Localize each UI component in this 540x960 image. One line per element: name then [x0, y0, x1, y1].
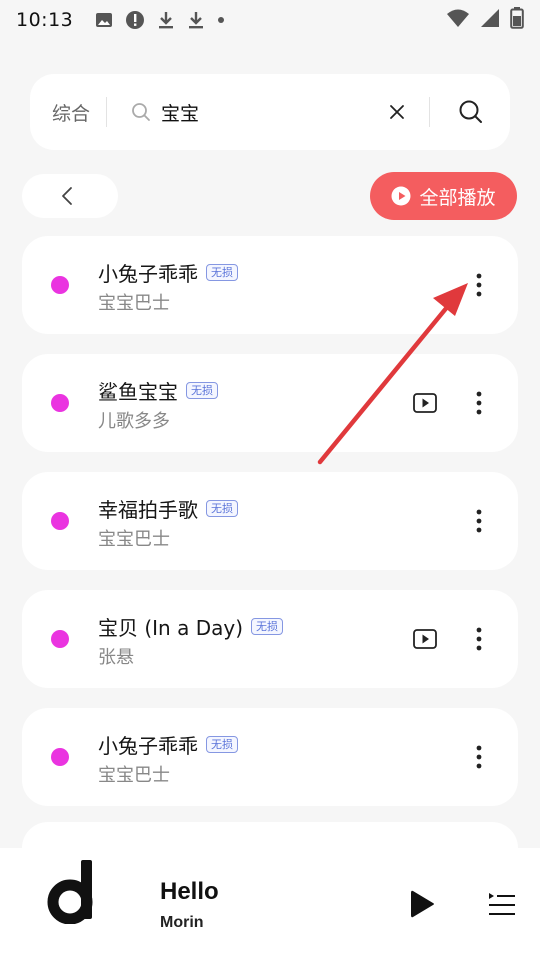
- mv-play-icon[interactable]: [412, 390, 438, 416]
- song-title: 幸福拍手歌: [98, 498, 198, 522]
- song-title: 宝贝 (In a Day): [98, 616, 243, 640]
- song-dot: [51, 630, 69, 648]
- mv-play-icon[interactable]: [412, 626, 438, 652]
- status-time: 10:13: [16, 9, 74, 31]
- song-title: 小兔子乖乖: [98, 262, 198, 286]
- download-icon: [187, 10, 205, 30]
- dot-icon: [217, 16, 225, 24]
- search-icon: [459, 100, 482, 123]
- download-icon: [157, 10, 175, 30]
- battery-icon: [510, 7, 524, 33]
- signal-icon: [480, 8, 500, 32]
- clear-search-button[interactable]: [377, 92, 417, 132]
- song-title-row: 小兔子乖乖 无损: [98, 730, 238, 759]
- song-item[interactable]: 宝贝 (In a Day) 无损 张悬: [22, 590, 518, 688]
- notification-icons: [95, 10, 225, 30]
- play-button[interactable]: [404, 886, 440, 922]
- more-options-icon[interactable]: [464, 266, 494, 304]
- search-icon: [131, 102, 151, 122]
- song-title-row: 小兔子乖乖 无损: [98, 258, 238, 287]
- close-icon: [390, 105, 404, 119]
- play-all-label: 全部播放: [419, 186, 496, 209]
- song-item[interactable]: 幸福拍手歌 无损 宝宝巴士: [22, 472, 518, 570]
- song-artist: 宝宝巴士: [98, 765, 170, 786]
- lossless-badge: 无损: [206, 264, 238, 281]
- song-dot: [51, 276, 69, 294]
- chevron-left-icon: [62, 187, 72, 205]
- alert-icon: [125, 10, 145, 30]
- song-title-row: 鲨鱼宝宝 无损: [98, 376, 218, 405]
- song-dot: [51, 394, 69, 412]
- play-all-button[interactable]: 全部播放: [370, 172, 517, 220]
- song-artist: 宝宝巴士: [98, 293, 170, 314]
- divider: [429, 97, 430, 127]
- playlist-button[interactable]: [484, 886, 520, 922]
- song-dot: [51, 748, 69, 766]
- divider: [106, 97, 108, 127]
- lossless-badge: 无损: [251, 618, 283, 635]
- search-input[interactable]: 宝宝: [161, 99, 377, 126]
- app-logo-icon: [47, 860, 93, 924]
- lossless-badge: 无损: [206, 736, 238, 753]
- more-options-icon[interactable]: [464, 738, 494, 776]
- song-title-row: 幸福拍手歌 无损: [98, 494, 238, 523]
- song-title: 鲨鱼宝宝: [98, 380, 178, 404]
- mini-player[interactable]: Hello Morin: [0, 848, 540, 960]
- playlist-icon: [489, 893, 515, 915]
- song-title-row: 宝贝 (In a Day) 无损: [98, 612, 283, 641]
- search-button[interactable]: [446, 87, 496, 137]
- lossless-badge: 无损: [206, 500, 238, 517]
- song-artist: 宝宝巴士: [98, 529, 170, 550]
- system-icons: [446, 7, 524, 33]
- search-scope-selector[interactable]: 综合: [52, 99, 90, 126]
- song-dot: [51, 512, 69, 530]
- back-button[interactable]: [22, 174, 118, 218]
- song-artist: 张悬: [98, 647, 134, 668]
- more-options-icon[interactable]: [464, 384, 494, 422]
- more-options-icon[interactable]: [464, 502, 494, 540]
- status-bar: 10:13: [0, 0, 540, 40]
- player-artist: Morin: [160, 914, 204, 931]
- player-song-title: Hello: [160, 878, 219, 905]
- song-item[interactable]: 小兔子乖乖 无损 宝宝巴士: [22, 236, 518, 334]
- song-artist: 儿歌多多: [98, 411, 170, 432]
- lossless-badge: 无损: [186, 382, 218, 399]
- wifi-icon: [446, 8, 470, 32]
- play-icon: [411, 890, 434, 918]
- play-circle-icon: [391, 186, 411, 206]
- image-icon: [95, 11, 113, 29]
- search-bar: 综合 宝宝: [30, 74, 510, 150]
- more-options-icon[interactable]: [464, 620, 494, 658]
- song-item[interactable]: 小兔子乖乖 无损 宝宝巴士: [22, 708, 518, 806]
- song-title: 小兔子乖乖: [98, 734, 198, 758]
- song-item[interactable]: 鲨鱼宝宝 无损 儿歌多多: [22, 354, 518, 452]
